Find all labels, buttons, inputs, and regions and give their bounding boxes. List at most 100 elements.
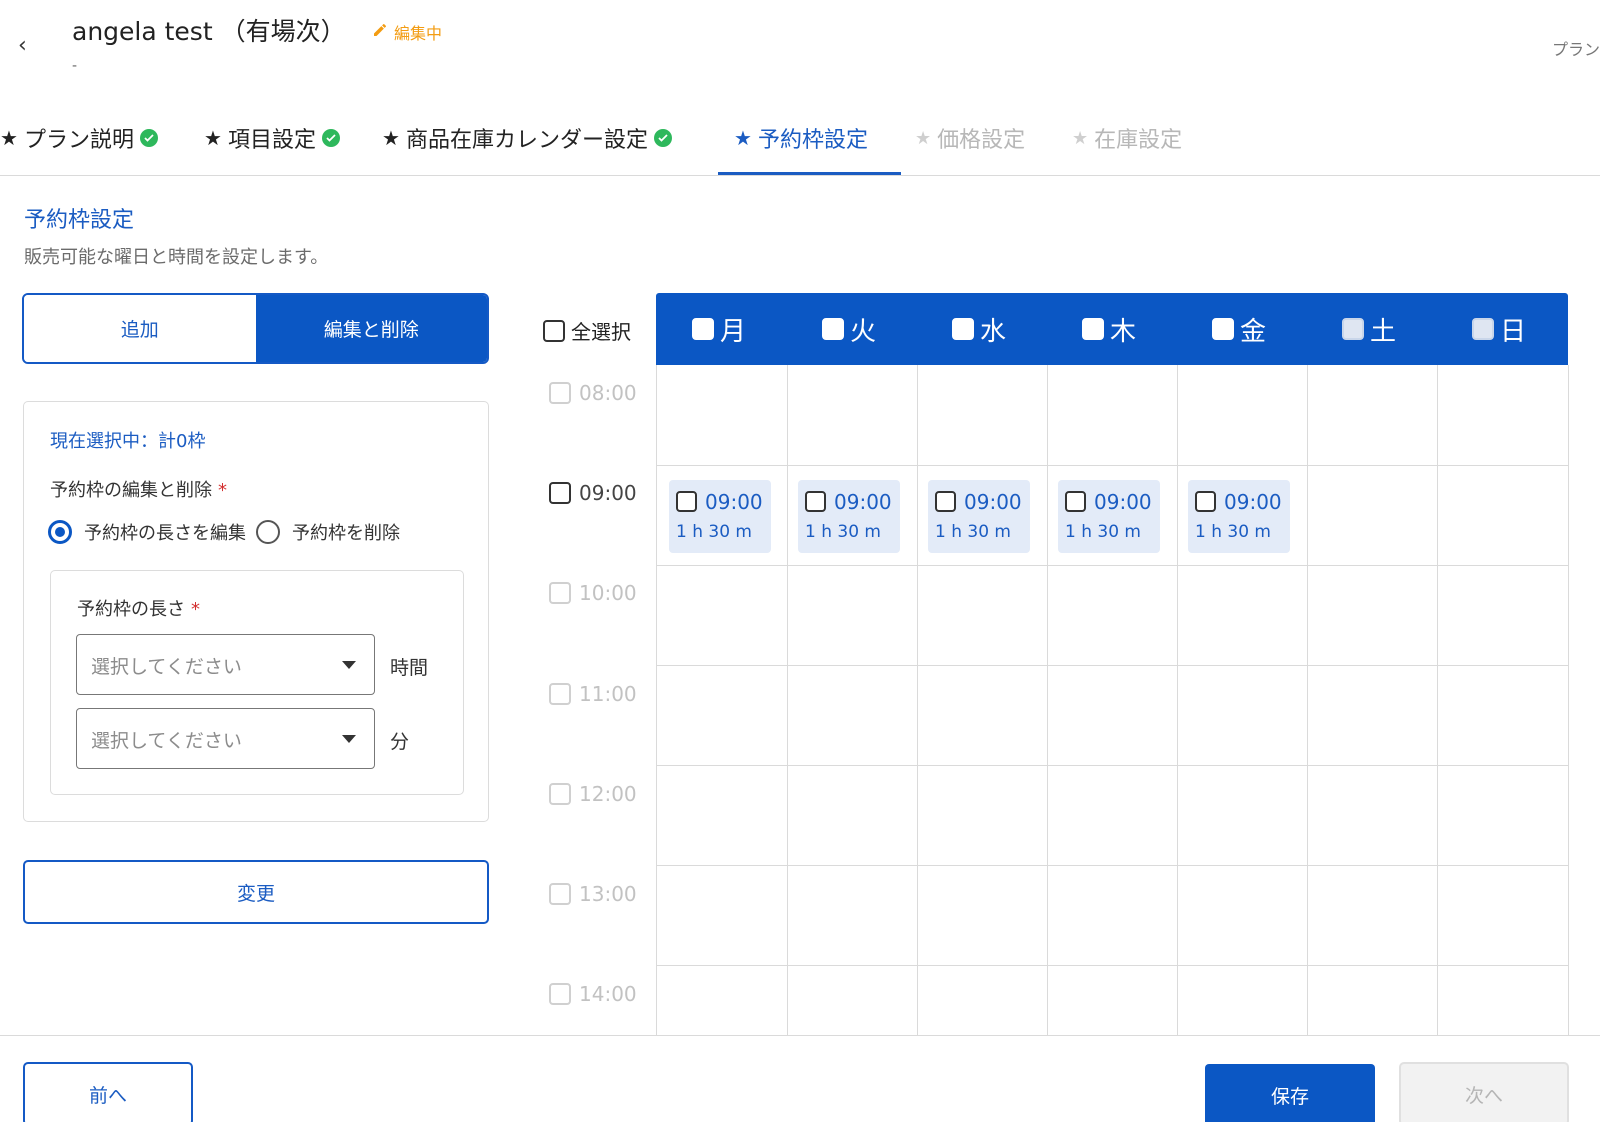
time-checkbox[interactable] [549, 983, 571, 1005]
tab-stock-calendar[interactable]: ★ 商品在庫カレンダー設定 [382, 122, 672, 154]
day-header-sun[interactable]: 日 [1472, 293, 1600, 365]
star-icon: ★ [0, 126, 18, 150]
grid-line [657, 665, 1569, 666]
tab-item-settings[interactable]: ★ 項目設定 [204, 122, 340, 154]
check-circle-icon [321, 129, 340, 147]
grid-line [1568, 365, 1569, 1035]
day-header-fri[interactable]: 金 [1212, 293, 1342, 365]
tab-stock-settings[interactable]: ★ 在庫設定 [1072, 122, 1182, 154]
time-row-0900[interactable]: 09:00 [549, 481, 637, 505]
booking-slot-mon-0900[interactable]: 09:00 1 h 30 m [669, 480, 771, 553]
radio-edit-length-label[interactable]: 予約枠の長さを編集 [84, 519, 246, 545]
day-checkbox[interactable] [1342, 318, 1364, 340]
tab-price-settings[interactable]: ★ 価格設定 [915, 122, 1025, 154]
prev-button[interactable]: 前へ [23, 1062, 193, 1122]
radio-delete[interactable] [256, 520, 280, 544]
minutes-select-placeholder: 選択してください [91, 730, 242, 752]
select-all-checkbox[interactable] [543, 319, 565, 342]
slot-checkbox[interactable] [935, 491, 956, 512]
day-checkbox[interactable] [692, 318, 714, 340]
hours-unit-label: 時間 [390, 657, 429, 679]
add-mode-button[interactable]: 追加 [24, 295, 256, 362]
time-row-1400[interactable]: 14:00 [549, 982, 637, 1006]
day-checkbox[interactable] [952, 318, 974, 340]
booking-slot-fri-0900[interactable]: 09:00 1 h 30 m [1188, 480, 1290, 553]
grid-line [657, 865, 1569, 866]
slot-duration: 1 h 30 m [1195, 522, 1271, 542]
time-row-1200[interactable]: 12:00 [549, 782, 637, 806]
day-checkbox[interactable] [1212, 318, 1234, 340]
time-checkbox[interactable] [549, 883, 571, 905]
change-button[interactable]: 変更 [23, 860, 489, 924]
time-checkbox[interactable] [549, 783, 571, 805]
time-checkbox[interactable] [549, 683, 571, 705]
footer-divider [0, 1035, 1600, 1036]
slot-checkbox[interactable] [1195, 491, 1216, 512]
time-row-0800[interactable]: 08:00 [549, 381, 637, 405]
edit-delete-mode-button[interactable]: 編集と削除 [255, 295, 487, 362]
calendar-grid [656, 365, 1569, 1035]
star-icon: ★ [734, 126, 752, 150]
time-row-1000[interactable]: 10:00 [549, 581, 637, 605]
tab-label: プラン説明 [23, 128, 134, 153]
radio-edit-length[interactable] [48, 520, 72, 544]
day-header-thu[interactable]: 木 [1082, 293, 1212, 365]
time-row-1100[interactable]: 11:00 [549, 682, 637, 706]
pencil-icon [372, 22, 388, 42]
grid-line [917, 365, 918, 1035]
grid-line [657, 565, 1569, 566]
slot-checkbox[interactable] [676, 491, 697, 512]
save-button[interactable]: 保存 [1205, 1064, 1375, 1122]
slot-time: 09:00 [964, 490, 1022, 514]
day-header-sat[interactable]: 土 [1342, 293, 1472, 365]
plan-subtitle: - [72, 58, 78, 74]
slot-time: 09:00 [1224, 490, 1282, 514]
next-button[interactable]: 次へ [1399, 1062, 1569, 1122]
tab-plan-description[interactable]: ★ プラン説明 [0, 122, 158, 154]
time-row-1300[interactable]: 13:00 [549, 882, 637, 906]
top-right-plan-label[interactable]: プラン [1552, 36, 1600, 60]
slot-checkbox[interactable] [1065, 491, 1086, 512]
day-header-mon[interactable]: 月 [692, 293, 822, 365]
slot-time: 09:00 [705, 490, 763, 514]
day-checkbox[interactable] [1082, 318, 1104, 340]
booking-slot-thu-0900[interactable]: 09:00 1 h 30 m [1058, 480, 1160, 553]
booking-slot-wed-0900[interactable]: 09:00 1 h 30 m [928, 480, 1030, 553]
slot-duration: 1 h 30 m [676, 522, 752, 542]
check-circle-icon [139, 129, 158, 147]
edit-mode-radio-group: 予約枠の長さを編集 予約枠を削除 [48, 519, 410, 545]
tab-label: 在庫設定 [1094, 128, 1183, 153]
slot-checkbox[interactable] [805, 491, 826, 512]
tab-label: 価格設定 [937, 128, 1026, 153]
hours-select-placeholder: 選択してください [91, 656, 242, 678]
slot-time: 09:00 [1094, 490, 1152, 514]
day-header-tue[interactable]: 火 [822, 293, 952, 365]
day-label: 金 [1240, 316, 1267, 347]
grid-line [787, 365, 788, 1035]
time-label: 13:00 [579, 882, 637, 906]
minutes-select[interactable]: 選択してください [76, 708, 375, 769]
day-label: 土 [1370, 316, 1397, 347]
time-label: 12:00 [579, 782, 637, 806]
tab-booking-slots[interactable]: ★ 予約枠設定 [734, 122, 868, 154]
length-settings-box: 予約枠の長さ * 選択してください 時間 選択してください 分 [50, 570, 464, 795]
day-checkbox[interactable] [1472, 318, 1494, 340]
calendar-day-header: 月 火 水 木 金 土 日 [656, 293, 1568, 365]
back-button[interactable]: ‹ [18, 34, 42, 58]
day-header-wed[interactable]: 水 [952, 293, 1082, 365]
select-all[interactable]: 全選択 [543, 316, 631, 345]
time-checkbox[interactable] [549, 582, 571, 604]
booking-slot-tue-0900[interactable]: 09:00 1 h 30 m [798, 480, 900, 553]
edit-panel: 現在選択中：計0枠 予約枠の編集と削除 * 予約枠の長さを編集 予約枠を削除 予約… [23, 401, 489, 822]
day-checkbox[interactable] [822, 318, 844, 340]
hours-select[interactable]: 選択してください [76, 634, 375, 695]
grid-line [657, 765, 1569, 766]
radio-delete-label[interactable]: 予約枠を削除 [292, 519, 400, 545]
time-checkbox[interactable] [549, 382, 571, 404]
select-all-label[interactable]: 全選択 [571, 316, 631, 345]
time-checkbox[interactable] [549, 482, 571, 504]
day-label: 日 [1500, 316, 1527, 347]
plan-title: angela test （有場次） [72, 17, 346, 46]
star-icon: ★ [915, 127, 932, 149]
time-label: 08:00 [579, 381, 637, 405]
